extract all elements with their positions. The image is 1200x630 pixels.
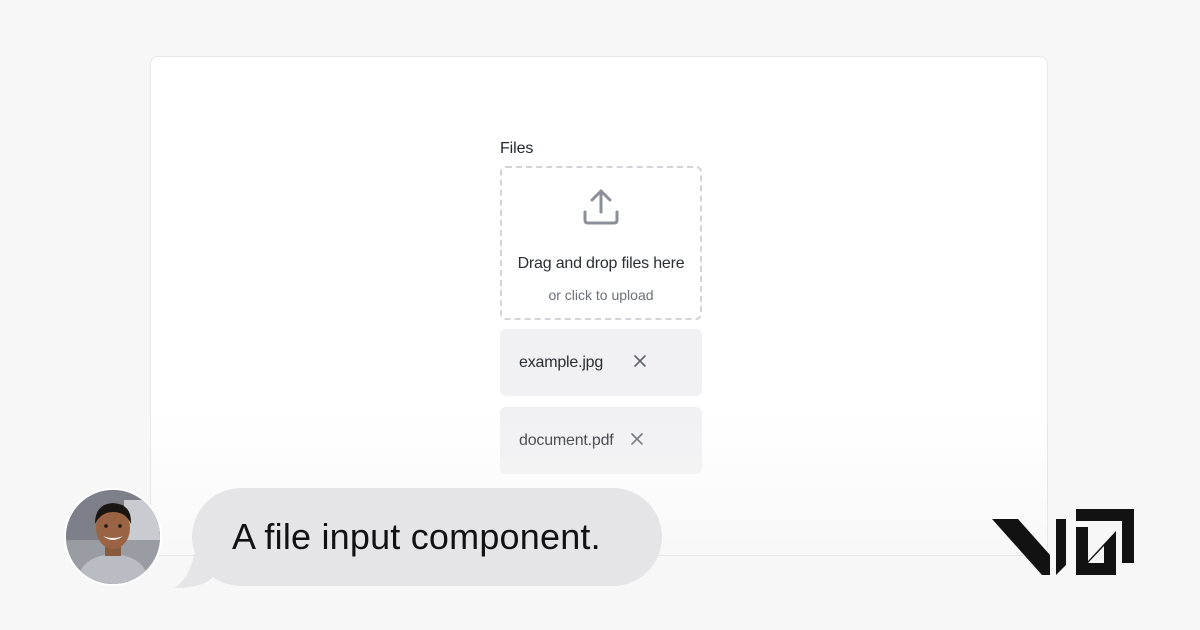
file-name: document.pdf (519, 431, 614, 449)
v0-logo (992, 509, 1134, 575)
avatar (64, 488, 162, 586)
dropzone-subtitle: or click to upload (548, 287, 654, 303)
files-label: Files (500, 140, 534, 157)
file-name: example.jpg (519, 353, 604, 371)
remove-file-button[interactable] (629, 352, 651, 374)
dropzone-title: Drag and drop files here (517, 255, 685, 272)
preview-card: Files Drag and drop files here or click … (150, 56, 1048, 556)
remove-file-button[interactable] (626, 430, 648, 452)
file-item: document.pdf (500, 407, 702, 474)
file-item: example.jpg (500, 329, 702, 396)
chat-message: A file input component. (232, 516, 601, 557)
file-input: Files Drag and drop files here or click … (500, 139, 702, 474)
close-icon (633, 354, 647, 371)
chat-bubble: A file input component. (192, 488, 662, 586)
dropzone[interactable]: Drag and drop files here or click to upl… (500, 166, 702, 320)
upload-icon (579, 185, 623, 229)
close-icon (630, 432, 644, 449)
share-card: Files Drag and drop files here or click … (0, 0, 1200, 630)
